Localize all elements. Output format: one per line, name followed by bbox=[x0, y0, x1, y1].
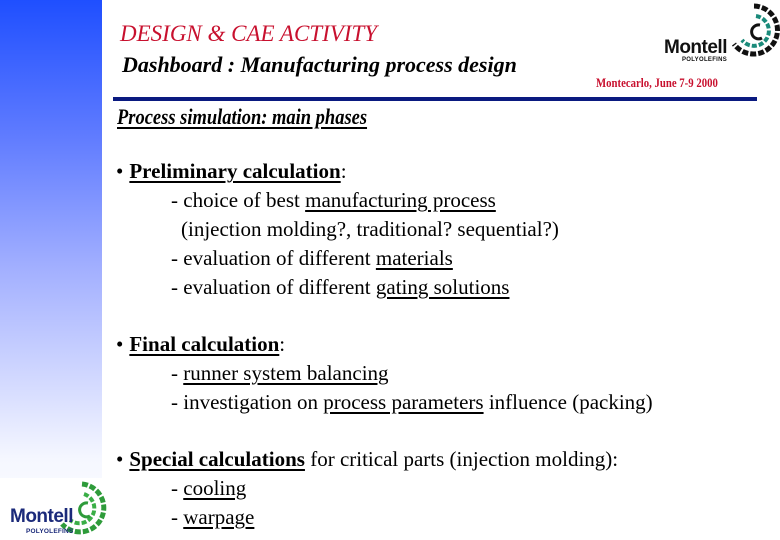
bullet-title: Preliminary calculation bbox=[129, 159, 341, 183]
bullet-title-suffix: : bbox=[340, 159, 347, 183]
bullet-title-suffix: for critical parts (injection molding): bbox=[304, 447, 619, 471]
sidebar-gradient bbox=[0, 0, 102, 540]
logo-tagline: POLYOLEFINS bbox=[26, 528, 74, 535]
list-item: - evaluation of different gating solutio… bbox=[116, 273, 653, 302]
slide-subtitle: Dashboard : Manufacturing process design bbox=[122, 52, 517, 77]
list-item: - investigation on process parameters in… bbox=[116, 388, 653, 417]
list-item: - runner system balancing bbox=[116, 359, 653, 388]
item-key-term: materials bbox=[375, 246, 453, 270]
list-item-continuation: (injection molding?, traditional? sequen… bbox=[116, 215, 653, 244]
logo-wordmark: Montell bbox=[10, 506, 74, 527]
bullet-list: • Preliminary calculation: - choice of be… bbox=[116, 157, 653, 532]
logo-tagline: POLYOLEFINS bbox=[682, 57, 728, 63]
item-key-term: manufacturing process bbox=[305, 188, 496, 212]
item-text: (injection molding?, traditional? sequen… bbox=[181, 217, 559, 241]
item-text: - bbox=[171, 505, 184, 529]
item-key-term: process parameters bbox=[323, 390, 484, 414]
logo-wordmark: Montell bbox=[664, 37, 728, 58]
item-key-term: runner system balancing bbox=[183, 361, 389, 385]
header-divider bbox=[113, 97, 757, 101]
bullet-preliminary: • Preliminary calculation: bbox=[116, 157, 653, 186]
slide-title: DESIGN & CAE ACTIVITY bbox=[120, 21, 378, 46]
bullet-title: Final calculation bbox=[129, 332, 280, 356]
item-text: - evaluation of different bbox=[171, 275, 376, 299]
montell-logo-top: Montell POLYOLEFINS bbox=[660, 0, 780, 72]
item-key-term: warpage bbox=[183, 505, 255, 529]
list-item: - warpage bbox=[116, 503, 653, 532]
montell-logo-bottom: Montell POLYOLEFINS bbox=[8, 480, 108, 540]
bullet-icon: • bbox=[116, 159, 124, 183]
event-date: Montecarlo, June 7-9 2000 bbox=[596, 76, 718, 90]
bullet-icon: • bbox=[116, 332, 124, 356]
item-text: - choice of best bbox=[171, 188, 306, 212]
bullet-final: • Final calculation: bbox=[116, 330, 653, 359]
list-item: - choice of best manufacturing process bbox=[116, 186, 653, 215]
bullet-icon: • bbox=[116, 447, 124, 471]
list-item: - evaluation of different materials bbox=[116, 244, 653, 273]
item-text: - bbox=[171, 476, 184, 500]
bullet-title: Special calculations bbox=[129, 447, 305, 471]
bullet-special: • Special calculations for critical parts… bbox=[116, 445, 653, 474]
swirl-logo-icon bbox=[731, 3, 780, 57]
item-text-suffix: influence (packing) bbox=[483, 390, 653, 414]
item-key-term: gating solutions bbox=[375, 275, 510, 299]
item-text: - investigation on bbox=[171, 390, 324, 414]
bullet-title-suffix: : bbox=[279, 332, 286, 356]
section-heading: Process simulation: main phases bbox=[117, 104, 368, 129]
item-text: - evaluation of different bbox=[171, 246, 376, 270]
item-key-term: cooling bbox=[183, 476, 247, 500]
list-item: - cooling bbox=[116, 474, 653, 503]
item-text: - bbox=[171, 361, 184, 385]
